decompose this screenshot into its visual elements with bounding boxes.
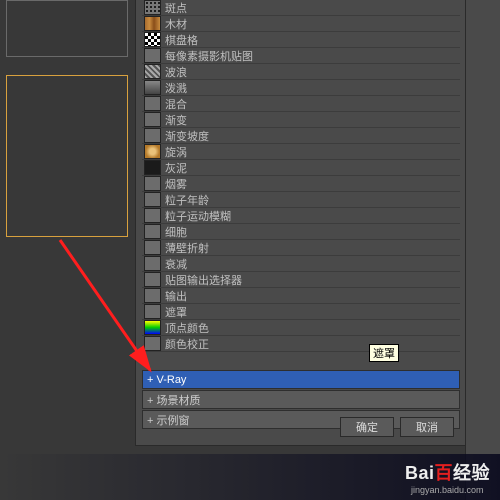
map-swatch-icon: [144, 224, 161, 239]
watermark-logo: Bai百经验: [405, 463, 490, 483]
watermark: Bai百经验 jingyan.baidu.com: [0, 454, 500, 500]
map-list-item[interactable]: 灰泥: [142, 160, 460, 176]
viewport-bg: [0, 0, 135, 500]
map-list-item[interactable]: 颜色校正: [142, 336, 460, 352]
map-list-item[interactable]: 混合: [142, 96, 460, 112]
map-swatch-icon: [144, 160, 161, 175]
map-swatch-icon: [144, 288, 161, 303]
map-item-label: 烟雾: [165, 176, 187, 192]
map-item-label: 渐变: [165, 112, 187, 128]
map-item-label: 贴图输出选择器: [165, 272, 242, 288]
viewport-frame-1: [6, 0, 128, 57]
map-list-item[interactable]: 薄壁折射: [142, 240, 460, 256]
map-item-label: 木材: [165, 16, 187, 32]
dialog-button-bar: 确定 取消: [340, 417, 454, 437]
map-list-item[interactable]: 渐变坡度: [142, 128, 460, 144]
cancel-button[interactable]: 取消: [400, 417, 454, 437]
material-browser-panel: 斑点木材棋盘格每像素摄影机贴图波浪泼溅混合渐变渐变坡度旋涡灰泥烟雾粒子年龄粒子运…: [135, 0, 467, 446]
map-swatch-icon: [144, 192, 161, 207]
map-swatch-icon: [144, 96, 161, 111]
map-list-item[interactable]: 波浪: [142, 64, 460, 80]
ok-button[interactable]: 确定: [340, 417, 394, 437]
map-swatch-icon: [144, 64, 161, 79]
map-list-item[interactable]: 输出: [142, 288, 460, 304]
map-swatch-icon: [144, 320, 161, 335]
map-swatch-icon: [144, 32, 161, 47]
map-list-item[interactable]: 木材: [142, 16, 460, 32]
map-swatch-icon: [144, 16, 161, 31]
map-item-label: 渐变坡度: [165, 128, 209, 144]
map-swatch-icon: [144, 0, 161, 15]
map-item-label: 旋涡: [165, 144, 187, 160]
map-item-label: 泼溅: [165, 80, 187, 96]
map-swatch-icon: [144, 128, 161, 143]
map-swatch-icon: [144, 304, 161, 319]
map-swatch-icon: [144, 80, 161, 95]
map-list-item[interactable]: 棋盘格: [142, 32, 460, 48]
map-swatch-icon: [144, 208, 161, 223]
map-list-item[interactable]: 贴图输出选择器: [142, 272, 460, 288]
map-swatch-icon: [144, 240, 161, 255]
map-type-list[interactable]: 斑点木材棋盘格每像素摄影机贴图波浪泼溅混合渐变渐变坡度旋涡灰泥烟雾粒子年龄粒子运…: [142, 0, 460, 365]
map-item-label: 灰泥: [165, 160, 187, 176]
map-list-item[interactable]: 衰减: [142, 256, 460, 272]
map-item-label: 遮罩: [165, 304, 187, 320]
watermark-url: jingyan.baidu.com: [411, 485, 490, 495]
map-swatch-icon: [144, 272, 161, 287]
category-row[interactable]: + 场景材质: [142, 390, 460, 409]
map-list-item[interactable]: 旋涡: [142, 144, 460, 160]
map-item-label: 细胞: [165, 224, 187, 240]
map-list-item[interactable]: 泼溅: [142, 80, 460, 96]
map-swatch-icon: [144, 48, 161, 63]
map-item-label: 颜色校正: [165, 336, 209, 352]
map-list-item[interactable]: 粒子年龄: [142, 192, 460, 208]
map-swatch-icon: [144, 256, 161, 271]
map-item-label: 混合: [165, 96, 187, 112]
map-item-label: 粒子年龄: [165, 192, 209, 208]
map-swatch-icon: [144, 336, 161, 351]
map-list-item[interactable]: 遮罩: [142, 304, 460, 320]
map-list-item[interactable]: 粒子运动模糊: [142, 208, 460, 224]
map-list-item[interactable]: 渐变: [142, 112, 460, 128]
map-swatch-icon: [144, 176, 161, 191]
map-swatch-icon: [144, 144, 161, 159]
map-item-label: 粒子运动模糊: [165, 208, 231, 224]
category-row[interactable]: + V-Ray: [142, 370, 460, 389]
map-list-item[interactable]: 烟雾: [142, 176, 460, 192]
map-swatch-icon: [144, 112, 161, 127]
map-item-label: 衰减: [165, 256, 187, 272]
tooltip: 遮罩: [369, 344, 399, 362]
map-item-label: 波浪: [165, 64, 187, 80]
map-list-item[interactable]: 细胞: [142, 224, 460, 240]
map-item-label: 斑点: [165, 0, 187, 16]
map-item-label: 薄壁折射: [165, 240, 209, 256]
map-item-label: 每像素摄影机贴图: [165, 48, 253, 64]
map-list-item[interactable]: 斑点: [142, 0, 460, 16]
map-list-item[interactable]: 每像素摄影机贴图: [142, 48, 460, 64]
map-item-label: 棋盘格: [165, 32, 198, 48]
right-sidepanel: [465, 0, 500, 500]
viewport-frame-2: [6, 75, 128, 237]
map-item-label: 顶点颜色: [165, 320, 209, 336]
map-item-label: 输出: [165, 288, 187, 304]
map-list-item[interactable]: 顶点颜色: [142, 320, 460, 336]
